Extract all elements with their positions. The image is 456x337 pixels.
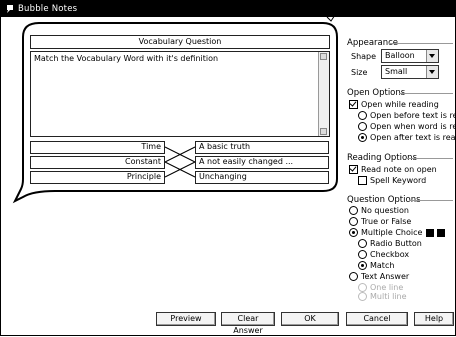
multiple-choice-radio[interactable]: Multiple Choice [349,228,422,237]
no-question-radio[interactable]: No question [349,206,409,215]
shape-select[interactable]: Balloon [381,49,439,63]
open-options-divider [399,93,453,94]
checkbox-checked-icon [349,100,358,109]
radio-icon [358,239,367,248]
radio-icon [349,206,358,215]
open-after-text-radio[interactable]: Open after text is read [358,133,456,142]
question-prompt-field[interactable]: Match the Vocabulary Word with it's defi… [30,51,330,137]
match-left-item-1[interactable]: Time [30,141,165,154]
scroll-down-arrow-icon[interactable] [320,128,327,135]
multi-line-label: Multi line [370,292,407,301]
checkbox-type-radio[interactable]: Checkbox [358,250,409,259]
checkbox-type-label: Checkbox [370,250,410,259]
match-left-item-3[interactable]: Principle [30,171,165,184]
radio-icon [358,283,367,292]
radio-icon [358,122,367,131]
radio-selected-icon [358,261,367,270]
match-label: Match [370,261,395,270]
match-right-item-2[interactable]: A not easily changed ... [195,156,329,169]
open-while-reading-checkbox[interactable]: Open while reading [349,100,439,109]
open-before-text-radio[interactable]: Open before text is read [358,111,456,120]
size-label: Size [351,68,368,77]
radio-selected-icon [349,228,358,237]
text-answer-label: Text Answer [361,272,410,281]
shape-select-value: Balloon [385,51,415,60]
radio-button-radio[interactable]: Radio Button [358,239,422,248]
size-select-value: Small [385,67,408,76]
radio-icon [349,217,358,226]
shape-label: Shape [351,52,377,61]
radio-selected-icon [358,133,367,142]
true-false-label: True or False [361,217,412,226]
radio-icon [358,292,367,301]
multi-line-radio[interactable]: Multi line [358,292,407,301]
vertical-scrollbar[interactable] [318,52,329,136]
read-note-on-open-checkbox[interactable]: Read note on open [349,165,437,174]
spell-keyword-checkbox[interactable]: Spell Keyword [358,176,426,185]
true-false-radio[interactable]: True or False [349,217,411,226]
radio-icon [358,111,367,120]
one-line-radio[interactable]: One line [358,283,403,292]
chevron-down-icon[interactable] [426,50,438,62]
text-answer-radio[interactable]: Text Answer [349,272,409,281]
scroll-up-arrow-icon[interactable] [320,53,327,60]
reading-options-divider [406,158,453,159]
multiple-choice-label: Multiple Choice [361,228,423,237]
size-select[interactable]: Small [381,65,439,79]
checkbox-checked-icon [349,165,358,174]
question-options-divider [409,200,453,201]
question-prompt-text: Match the Vocabulary Word with it's defi… [34,54,219,63]
radio-icon [349,272,358,281]
help-button[interactable]: Help [414,312,454,326]
open-options-group-label: Open Options [347,88,406,98]
open-before-text-label: Open before text is read [370,111,456,120]
spell-keyword-label: Spell Keyword [370,176,427,185]
match-right-item-3[interactable]: Unchanging [195,171,329,184]
move-down-icon[interactable] [426,229,434,237]
chevron-down-icon[interactable] [426,66,438,78]
read-note-on-open-label: Read note on open [361,165,437,174]
open-while-reading-label: Open while reading [361,100,439,109]
one-line-label: One line [370,283,404,292]
open-when-word-radio[interactable]: Open when word is read [358,122,456,131]
clear-answer-button[interactable]: Clear Answer [221,312,275,335]
move-up-icon[interactable] [437,229,445,237]
no-question-label: No question [361,206,409,215]
question-title[interactable]: Vocabulary Question [30,35,330,49]
appearance-divider [389,43,453,44]
radio-button-label: Radio Button [370,239,422,248]
bubble-notes-window: Bubble Notes Vocabulary Question Match t… [0,0,456,336]
open-after-text-label: Open after text is read [370,133,456,142]
ok-button[interactable]: OK [281,312,339,326]
open-when-word-label: Open when word is read [370,122,456,131]
preview-button[interactable]: Preview [156,312,216,326]
match-right-item-1[interactable]: A basic truth [195,141,329,154]
match-radio[interactable]: Match [358,261,394,270]
radio-icon [358,250,367,259]
match-left-item-2[interactable]: Constant [30,156,165,169]
checkbox-icon [358,176,367,185]
cancel-button[interactable]: Cancel [346,312,408,326]
